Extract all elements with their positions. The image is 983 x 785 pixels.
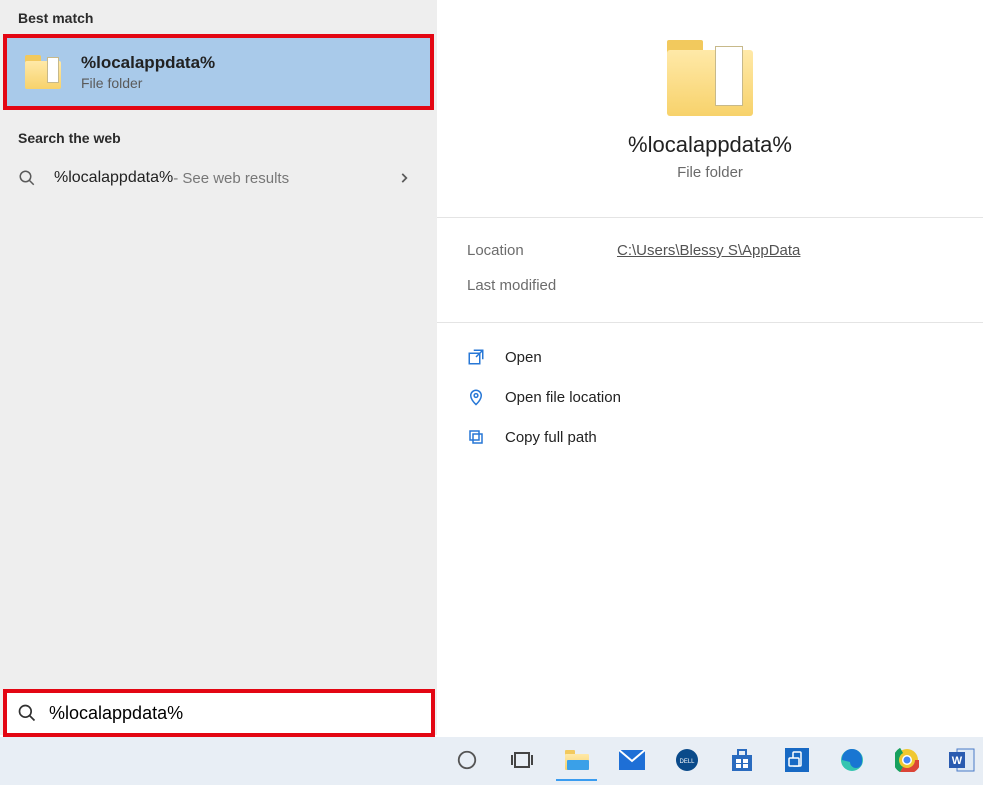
open-icon xyxy=(467,348,491,366)
action-copy-full-path[interactable]: Copy full path xyxy=(461,417,959,457)
web-result-suffix: - See web results xyxy=(173,170,289,187)
taskbar-file-explorer[interactable] xyxy=(556,741,597,781)
action-open[interactable]: Open xyxy=(461,337,959,377)
preview-header: %localappdata% File folder xyxy=(437,0,983,218)
last-modified-label: Last modified xyxy=(467,277,617,294)
web-search-result[interactable]: %localappdata% - See web results xyxy=(0,154,437,202)
taskbar-word[interactable]: W xyxy=(942,741,983,781)
svg-text:W: W xyxy=(952,755,963,767)
search-box[interactable] xyxy=(3,689,435,737)
folder-icon xyxy=(667,40,753,116)
search-icon xyxy=(17,703,37,723)
action-open-file-location[interactable]: Open file location xyxy=(461,377,959,417)
location-label: Location xyxy=(467,242,617,259)
action-open-file-location-label: Open file location xyxy=(505,389,621,406)
best-match-title: %localappdata% xyxy=(81,53,215,73)
actions-section: Open Open file location Copy full path xyxy=(437,323,983,471)
preview-pane: %localappdata% File folder Location C:\U… xyxy=(437,0,983,735)
folder-icon xyxy=(25,55,63,89)
taskbar-store[interactable] xyxy=(721,741,762,781)
search-input[interactable] xyxy=(47,702,421,725)
results-pane: Best match %localappdata% File folder Se… xyxy=(0,0,437,735)
best-match-subtitle: File folder xyxy=(81,75,215,91)
best-match-result[interactable]: %localappdata% File folder xyxy=(3,34,434,110)
taskbar-chrome[interactable] xyxy=(887,741,928,781)
search-web-header: Search the web xyxy=(0,120,437,154)
copy-icon xyxy=(467,428,491,446)
location-link[interactable]: C:\Users\Blessy S\AppData xyxy=(617,242,800,259)
taskbar-mail[interactable] xyxy=(611,741,652,781)
preview-title: %localappdata% xyxy=(437,132,983,158)
taskbar-dell[interactable]: DELL xyxy=(666,741,707,781)
chevron-right-icon xyxy=(397,171,411,185)
location-icon xyxy=(467,388,491,406)
best-match-header: Best match xyxy=(0,0,437,34)
preview-subtitle: File folder xyxy=(437,164,983,181)
details-section: Location C:\Users\Blessy S\AppData Last … xyxy=(437,218,983,323)
web-result-title: %localappdata% xyxy=(54,169,173,187)
svg-text:DELL: DELL xyxy=(679,759,695,765)
taskbar-edge[interactable] xyxy=(832,741,873,781)
taskbar-task-view[interactable] xyxy=(501,741,542,781)
taskbar: DELL W xyxy=(0,737,983,785)
taskbar-your-phone[interactable] xyxy=(777,741,818,781)
action-open-label: Open xyxy=(505,349,542,366)
taskbar-cortana[interactable] xyxy=(446,741,487,781)
search-panel: Best match %localappdata% File folder Se… xyxy=(0,0,983,735)
action-copy-full-path-label: Copy full path xyxy=(505,429,597,446)
search-icon xyxy=(18,169,36,187)
